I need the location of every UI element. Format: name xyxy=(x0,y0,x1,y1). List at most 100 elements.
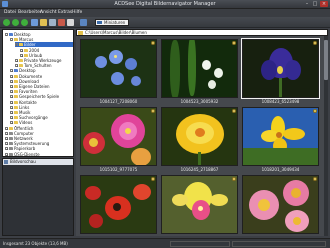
view-mode-value: Miniaturen xyxy=(104,20,126,25)
rating-icon xyxy=(151,109,155,113)
folder-icon xyxy=(24,53,28,57)
menu-hilfe[interactable]: Hilfe xyxy=(72,10,82,16)
status-field xyxy=(170,241,230,247)
folder-icon xyxy=(9,142,13,146)
preview-icon xyxy=(4,160,8,164)
menu-ansicht[interactable]: Ansicht xyxy=(40,10,57,16)
menu-extras[interactable]: Extras xyxy=(58,10,72,16)
expand-icon[interactable]: + xyxy=(10,74,14,78)
app-window: ACDSee Digital Bildernavigator Manager –… xyxy=(0,0,330,248)
folder-icon xyxy=(14,74,18,78)
expand-icon[interactable]: + xyxy=(10,79,14,83)
rating-icon xyxy=(151,177,155,181)
up-icon[interactable] xyxy=(21,19,28,26)
thumbnail-caption: 1004523_3005932 xyxy=(180,99,219,104)
rating-icon xyxy=(232,177,236,181)
expand-icon[interactable]: + xyxy=(10,105,14,109)
thumbnail-3[interactable] xyxy=(241,38,320,99)
collapse-icon[interactable]: - xyxy=(10,38,13,42)
expand-icon[interactable]: + xyxy=(10,111,14,115)
thumbnail-1[interactable] xyxy=(80,39,157,98)
folder-icon xyxy=(19,64,23,68)
expand-icon[interactable]: + xyxy=(5,147,9,151)
thumbnail-caption: 1018201_3049434 xyxy=(261,167,300,172)
folder-icon xyxy=(78,31,83,35)
thumbnail-4[interactable] xyxy=(80,107,157,166)
maximize-icon[interactable]: □ xyxy=(311,1,319,7)
folder-icon xyxy=(19,59,23,62)
favorites-icon[interactable] xyxy=(40,19,47,26)
folder-icon xyxy=(14,38,18,42)
folder-icon xyxy=(9,147,13,151)
status-bar: Insgesamt 23 Objekte (13,6 MB) xyxy=(0,238,330,248)
thumbnail-2[interactable] xyxy=(161,39,238,98)
slideshow-icon[interactable] xyxy=(58,19,65,26)
folder-icon xyxy=(9,131,13,135)
toolbar: Miniaturen xyxy=(0,17,330,28)
menu-datei[interactable]: Datei xyxy=(4,10,16,16)
address-bar[interactable]: C:\Users\Marcus\Bilder\Blumen xyxy=(76,29,328,36)
thumbnail-9[interactable] xyxy=(242,175,319,234)
status-field xyxy=(232,241,326,247)
home-icon[interactable] xyxy=(67,19,74,26)
thumbnail-7[interactable] xyxy=(80,175,157,234)
expand-icon[interactable]: + xyxy=(10,90,14,94)
expand-icon[interactable]: + xyxy=(10,69,14,73)
menu-bar: Datei Bearbeiten Ansicht Extras Hilfe xyxy=(0,9,330,17)
title-bar: ACDSee Digital Bildernavigator Manager –… xyxy=(0,0,330,9)
folder-icon xyxy=(14,116,18,120)
minimize-icon[interactable]: – xyxy=(303,1,311,7)
expand-icon[interactable]: + xyxy=(15,64,19,68)
folder-icon xyxy=(14,69,18,73)
window-title: ACDSee Digital Bildernavigator Manager xyxy=(114,1,216,7)
expand-icon[interactable]: + xyxy=(5,137,9,141)
status-text: Insgesamt 23 Objekte (13,6 MB) xyxy=(3,241,68,246)
expand-icon[interactable]: + xyxy=(5,131,9,135)
thumbnail-8[interactable] xyxy=(161,175,238,234)
thumbnail-caption: 1015102_9777075 xyxy=(99,167,138,172)
view-icon[interactable] xyxy=(49,19,56,26)
thumbnails-icon[interactable] xyxy=(80,19,87,26)
folder-icon xyxy=(9,137,13,140)
expand-icon[interactable]: + xyxy=(20,48,24,52)
thumbnail-6[interactable] xyxy=(242,107,319,166)
expand-icon[interactable]: + xyxy=(10,95,14,99)
tree-item[interactable]: + QSG-Dienste xyxy=(5,152,40,156)
expand-icon[interactable]: + xyxy=(5,142,9,146)
close-icon[interactable]: × xyxy=(320,1,328,7)
rating-icon xyxy=(313,109,317,113)
view-mode-icon xyxy=(97,21,102,24)
expand-icon[interactable]: + xyxy=(10,100,14,104)
folder-icon xyxy=(14,121,18,125)
forward-icon[interactable] xyxy=(12,19,19,26)
refresh-icon[interactable] xyxy=(31,19,38,26)
collapse-icon[interactable]: - xyxy=(15,43,18,47)
collapse-icon[interactable]: - xyxy=(5,33,8,37)
thumbnail-scrollbar[interactable] xyxy=(324,36,328,236)
thumbnail-caption: 1004127_7208060 xyxy=(99,99,138,104)
folder-icon xyxy=(14,79,18,83)
preview-title: Bildvorschau xyxy=(10,159,36,164)
expand-icon[interactable]: + xyxy=(15,59,19,63)
address-path: C:\Users\Marcus\Bilder\Blumen xyxy=(85,30,147,35)
rating-icon xyxy=(232,41,236,45)
preview-header: Bildvorschau xyxy=(3,159,73,165)
folder-icon xyxy=(14,105,18,109)
expand-icon[interactable]: + xyxy=(20,53,24,57)
view-mode-select[interactable]: Miniaturen xyxy=(95,19,129,26)
thumbnail-5[interactable] xyxy=(161,107,238,166)
expand-icon[interactable]: + xyxy=(10,85,14,89)
expand-icon[interactable]: + xyxy=(5,152,9,156)
folder-icon xyxy=(14,90,18,94)
rating-icon xyxy=(313,177,317,181)
folder-icon xyxy=(9,126,13,130)
folder-tree[interactable]: - Desktop - Marcus - Bilder +2004 + Urlaub + Priva… xyxy=(2,29,74,157)
folder-icon xyxy=(9,33,13,36)
back-icon[interactable] xyxy=(3,19,10,26)
preview-panel: Bildvorschau xyxy=(2,158,74,236)
scrollbar-thumb[interactable] xyxy=(324,40,328,80)
folder-icon xyxy=(19,43,23,47)
expand-icon[interactable]: + xyxy=(10,116,14,120)
expand-icon[interactable]: + xyxy=(5,126,9,130)
expand-icon[interactable]: + xyxy=(10,121,14,125)
